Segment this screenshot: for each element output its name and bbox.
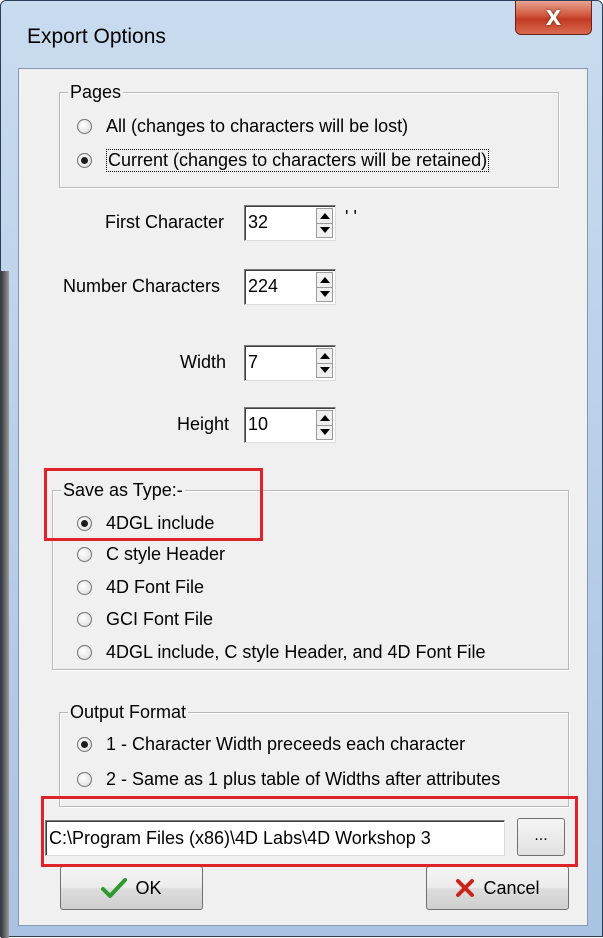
first-character-spin-buttons[interactable]: [316, 208, 333, 238]
window-shadow: [1, 271, 9, 938]
first-character-value[interactable]: 32: [248, 212, 268, 233]
radio-4dgl-include[interactable]: [77, 515, 92, 531]
width-spin-buttons[interactable]: [316, 348, 333, 378]
output-path-input[interactable]: C:\Program Files (x86)\4D Labs\4D Worksh…: [45, 820, 505, 856]
first-character-label: First Character: [105, 212, 225, 232]
close-button[interactable]: X: [515, 1, 592, 35]
pages-option-current[interactable]: Current (changes to characters will be r…: [77, 148, 490, 172]
height-spinner[interactable]: 10: [244, 407, 336, 443]
ok-button[interactable]: OK: [60, 866, 203, 910]
output-format-option-label: 2 - Same as 1 plus table of Widths after…: [106, 768, 501, 789]
radio-current[interactable]: [77, 152, 92, 168]
save-type-group: Save as Type:- 4DGL include C style Head…: [52, 480, 569, 670]
spin-up-icon[interactable]: [317, 209, 332, 224]
number-characters-value[interactable]: 224: [248, 276, 278, 297]
output-format-option[interactable]: 2 - Same as 1 plus table of Widths after…: [77, 767, 500, 791]
output-format-group: Output Format 1 - Character Width precee…: [59, 702, 569, 807]
spin-down-icon[interactable]: [317, 364, 332, 378]
first-character-preview: ' ': [345, 207, 357, 227]
save-type-option[interactable]: C style Header: [77, 542, 225, 566]
spin-up-icon[interactable]: [317, 349, 332, 364]
pages-option-all[interactable]: All (changes to characters will be lost): [77, 114, 408, 138]
radio-all[interactable]: [77, 118, 92, 134]
window-title: Export Options: [27, 25, 166, 48]
dialog-client-area: Pages All (changes to characters will be…: [18, 68, 588, 926]
close-icon: X: [545, 5, 562, 30]
save-type-option-label: 4DGL include: [106, 512, 215, 533]
save-type-option-label: 4D Font File: [106, 576, 205, 597]
radio-format-2[interactable]: [77, 771, 92, 787]
pages-group-legend: Pages: [68, 82, 124, 102]
browse-button[interactable]: ...: [517, 818, 565, 856]
title-bar[interactable]: Export Options X: [1, 1, 603, 69]
spin-up-icon[interactable]: [317, 273, 332, 288]
spin-down-icon[interactable]: [317, 426, 332, 440]
width-spinner[interactable]: 7: [244, 345, 336, 381]
cancel-button[interactable]: Cancel: [426, 866, 569, 910]
save-type-option[interactable]: GCI Font File: [77, 607, 213, 631]
radio-gci-font-file[interactable]: [77, 611, 92, 627]
height-spin-buttons[interactable]: [316, 410, 333, 440]
number-characters-label: Number Characters: [63, 276, 221, 296]
width-label: Width: [180, 352, 227, 372]
output-format-option-label: 1 - Character Width preceeds each charac…: [106, 733, 466, 754]
number-characters-spin-buttons[interactable]: [316, 272, 333, 302]
save-type-group-legend: Save as Type:-: [61, 480, 185, 500]
ok-label: OK: [135, 877, 162, 898]
save-type-option[interactable]: 4D Font File: [77, 575, 204, 599]
save-type-option[interactable]: 4DGL include: [77, 511, 214, 535]
output-format-group-legend: Output Format: [68, 702, 189, 722]
number-characters-spinner[interactable]: 224: [244, 269, 336, 305]
first-character-spinner[interactable]: 32: [244, 205, 336, 241]
save-type-option-label: 4DGL include, C style Header, and 4D Fon…: [106, 641, 486, 662]
checkmark-icon: [101, 878, 128, 898]
spin-up-icon[interactable]: [317, 411, 332, 426]
spin-down-icon[interactable]: [317, 224, 332, 238]
spin-down-icon[interactable]: [317, 288, 332, 302]
save-type-option[interactable]: 4DGL include, C style Header, and 4D Fon…: [77, 640, 486, 664]
width-value[interactable]: 7: [248, 352, 258, 373]
radio-all-formats[interactable]: [77, 644, 92, 660]
export-options-dialog: Export Options X Pages All (changes to c…: [0, 0, 603, 938]
output-format-option[interactable]: 1 - Character Width preceeds each charac…: [77, 732, 465, 756]
radio-c-header[interactable]: [77, 546, 92, 562]
save-type-option-label: C style Header: [106, 543, 226, 564]
cancel-label: Cancel: [483, 877, 540, 898]
radio-4d-font-file[interactable]: [77, 579, 92, 595]
pages-option-current-label: Current (changes to characters will be r…: [106, 148, 490, 172]
pages-group: Pages All (changes to characters will be…: [59, 82, 559, 188]
radio-format-1[interactable]: [77, 736, 92, 752]
height-label: Height: [177, 414, 230, 434]
cancel-x-icon: [456, 879, 475, 897]
height-value[interactable]: 10: [248, 414, 268, 435]
save-type-option-label: GCI Font File: [106, 608, 214, 629]
pages-option-all-label: All (changes to characters will be lost): [106, 115, 409, 136]
